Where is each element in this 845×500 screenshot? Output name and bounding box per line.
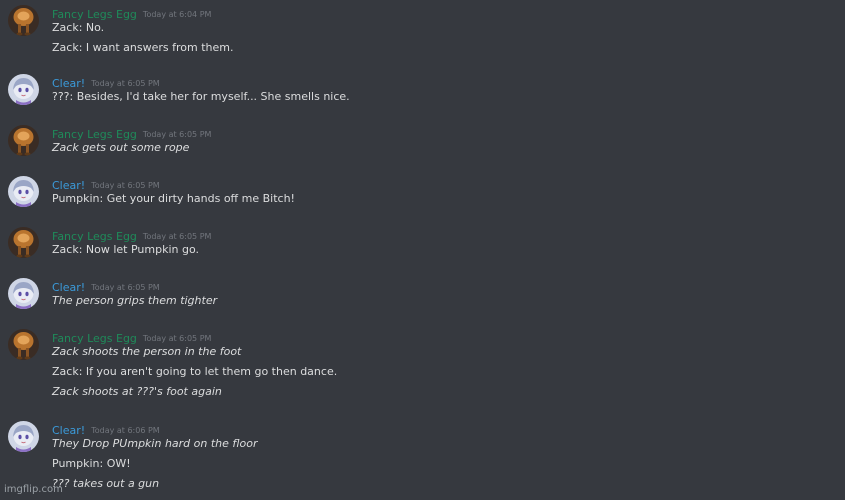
username[interactable]: Clear!	[52, 77, 85, 90]
username[interactable]: Fancy Legs Egg	[52, 230, 137, 243]
egg-character-avatar[interactable]	[8, 125, 39, 156]
timestamp: Today at 6:04 PM	[142, 10, 212, 19]
timestamp: Today at 6:06 PM	[91, 426, 160, 435]
message-header: Fancy Legs Egg Today at 6:05 PM	[52, 327, 212, 345]
message-text: Pumpkin: Get your dirty hands off me Bit…	[52, 192, 295, 205]
timestamp: Today at 6:05 PM	[142, 232, 212, 241]
message-text: Zack: Now let Pumpkin go.	[52, 243, 200, 256]
message-text: The person grips them tighter	[52, 294, 218, 307]
username[interactable]: Clear!	[52, 424, 85, 437]
message-header: Fancy Legs Egg Today at 6:04 PM	[52, 3, 212, 21]
username[interactable]: Fancy Legs Egg	[52, 8, 137, 21]
timestamp: Today at 6:05 PM	[142, 334, 212, 343]
timestamp: Today at 6:05 PM	[142, 130, 212, 139]
message-header: Clear! Today at 6:05 PM	[52, 276, 160, 294]
message-text: ???: Besides, I'd take her for myself...…	[52, 90, 350, 103]
message-text: Zack shoots the person in the foot	[52, 345, 242, 358]
message-text: ??? takes out a gun	[52, 477, 160, 490]
egg-character-avatar[interactable]	[8, 5, 39, 36]
egg-character-avatar[interactable]	[8, 227, 39, 258]
message-text: They Drop PUmpkin hard on the floor	[52, 437, 258, 450]
message-header: Clear! Today at 6:06 PM	[52, 419, 160, 437]
message-text: Zack: No.	[52, 21, 105, 34]
username[interactable]: Fancy Legs Egg	[52, 332, 137, 345]
timestamp: Today at 6:05 PM	[91, 283, 160, 292]
message-header: Fancy Legs Egg Today at 6:05 PM	[52, 123, 212, 141]
anime-girl-avatar[interactable]	[8, 176, 39, 207]
message-text: Pumpkin: OW!	[52, 457, 131, 470]
timestamp: Today at 6:05 PM	[91, 79, 160, 88]
message-header: Clear! Today at 6:05 PM	[52, 174, 160, 192]
anime-girl-avatar[interactable]	[8, 74, 39, 105]
username[interactable]: Clear!	[52, 179, 85, 192]
username[interactable]: Clear!	[52, 281, 85, 294]
message-text: Zack: I want answers from them.	[52, 41, 234, 54]
timestamp: Today at 6:05 PM	[91, 181, 160, 190]
chat-messages: Fancy Legs Egg Today at 6:04 PM Zack: No. Z…	[0, 0, 845, 500]
message-text: Zack: If you aren't going to let them go…	[52, 365, 338, 378]
egg-character-avatar[interactable]	[8, 329, 39, 360]
message-header: Fancy Legs Egg Today at 6:05 PM	[52, 225, 212, 243]
anime-girl-avatar[interactable]	[8, 278, 39, 309]
anime-girl-avatar[interactable]	[8, 421, 39, 452]
message-text: Zack shoots at ???'s foot again	[52, 385, 222, 398]
message-header: Clear! Today at 6:05 PM	[52, 72, 160, 90]
message-text: Zack gets out some rope	[52, 141, 190, 154]
username[interactable]: Fancy Legs Egg	[52, 128, 137, 141]
imgflip-watermark: imgflip.com	[4, 484, 63, 495]
